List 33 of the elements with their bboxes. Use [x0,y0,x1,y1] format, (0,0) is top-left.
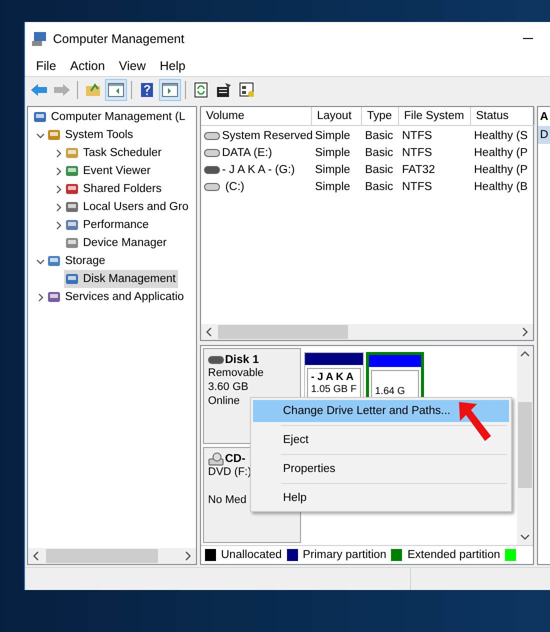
table-cell: Simple [315,180,350,192]
table-cell: Healthy (P [474,164,528,176]
table-cell: Simple [315,164,350,176]
table-cell: Basic [365,180,394,192]
window-title: Computer Management [53,32,186,46]
disk-info: Online [208,395,241,409]
table-cell: NTFS [402,146,432,158]
partition-size: 1.05 GB F [311,384,358,395]
partition-size: 1.64 G [375,386,406,397]
table-cell: Healthy (B [474,180,528,192]
disk-info: 3.60 GB [208,381,250,395]
table-cell: Simple [315,130,350,142]
table-cell-text: (C:) [224,180,244,192]
table-cell: NTFS [402,180,432,192]
legend-label: Unallocated [221,549,282,561]
disk-name: Disk 1 [225,354,259,366]
table-cell: FAT32 [402,164,436,176]
legend-label: Primary partition [302,549,386,561]
table-cell: Basic [365,146,394,158]
table-cell: Basic [365,130,394,142]
actions-header: A [539,110,550,124]
table-cell: Simple [315,146,350,158]
legend-label: Extended partition [407,549,500,561]
disk-info: Removable [208,367,265,381]
table-cell: Basic [365,164,394,176]
table-cell: Healthy (P [474,146,528,158]
table-cell: Healthy (S [474,130,528,142]
table-cell: System Reserved [222,130,313,142]
table-cell: - J A K A - (G:) [222,164,295,176]
table-cell: DATA (E:) [222,146,272,158]
disk-name: CD- [225,453,246,465]
table-cell: NTFS [402,130,432,142]
partition-label: - J A K A [311,371,355,384]
